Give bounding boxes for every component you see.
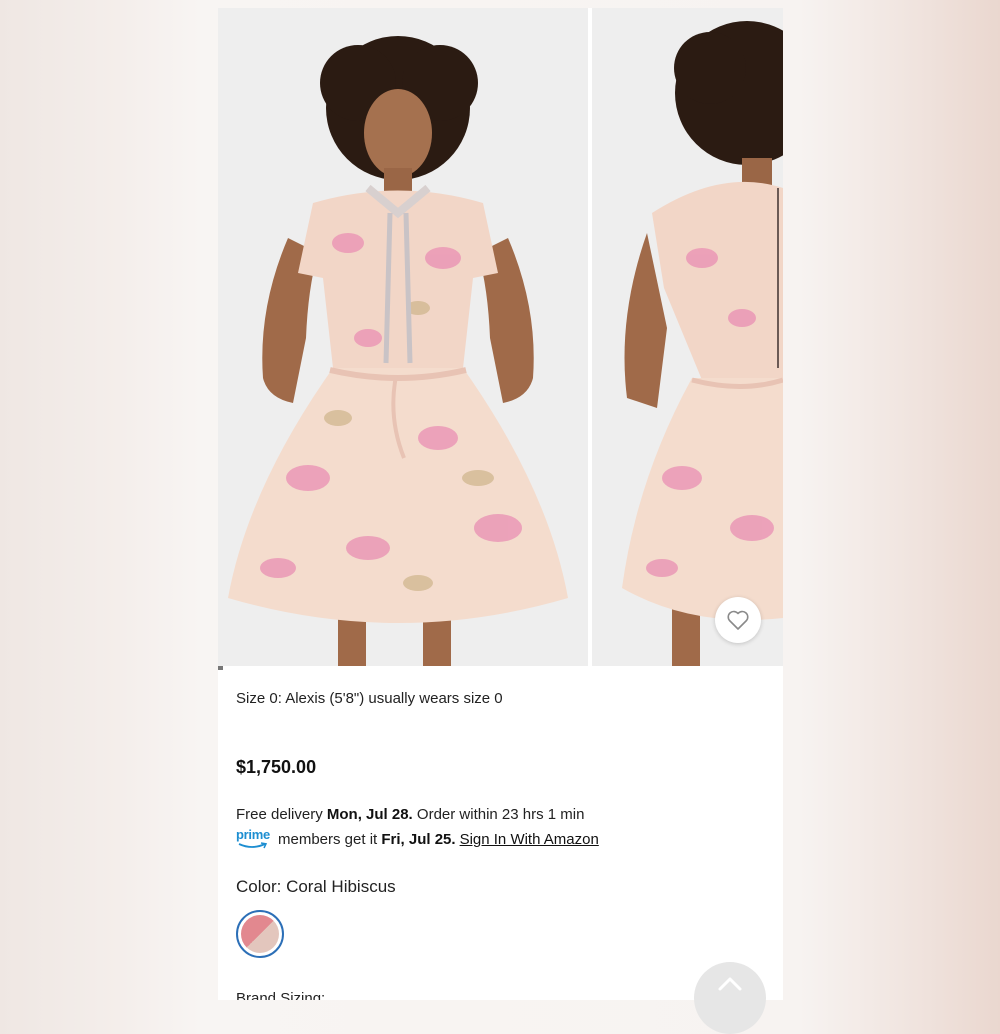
delivery-info: Free delivery Mon, Jul 28. Order within … xyxy=(236,806,584,823)
product-panel: Size 0: Alexis (5'8") usually wears size… xyxy=(218,8,783,1000)
prime-prefix: members get it xyxy=(278,830,378,848)
delivery-date: Mon, Jul 28. xyxy=(326,806,413,823)
size-note: Size 0: Alexis (5'8") usually wears size… xyxy=(236,690,503,707)
smile-arrow-icon xyxy=(238,842,268,849)
delivery-prefix: Free delivery xyxy=(236,806,323,823)
chevron-up-icon xyxy=(718,977,742,991)
delivery-cutoff: Order within 23 hrs 1 min xyxy=(416,806,585,823)
model-back-illustration xyxy=(592,8,783,666)
brand-sizing-label: Brand Sizing: xyxy=(236,990,326,1000)
model-front-illustration xyxy=(218,8,588,666)
product-photo-front[interactable] xyxy=(218,8,588,666)
image-gallery[interactable] xyxy=(218,8,783,666)
color-swatch-coral-hibiscus[interactable] xyxy=(236,910,284,958)
color-label: Color: Coral Hibiscus xyxy=(236,877,396,896)
prime-logo-text: prime xyxy=(236,827,270,842)
prime-date: Fri, Jul 25. xyxy=(381,830,456,848)
sign-in-with-amazon-link[interactable]: Sign In With Amazon xyxy=(460,831,599,848)
favorite-button[interactable] xyxy=(715,597,761,643)
gallery-scroll-indicator xyxy=(218,666,223,670)
prime-delivery-info: prime members get it Fri, Jul 25. Sign I… xyxy=(236,828,599,850)
product-price: $1,750.00 xyxy=(236,757,317,777)
product-photo-back[interactable] xyxy=(592,8,783,666)
prime-logo: prime xyxy=(236,828,272,850)
scroll-to-top-button[interactable] xyxy=(694,962,766,1034)
color-swatch-fill xyxy=(241,915,279,953)
heart-outline-icon xyxy=(727,610,749,630)
